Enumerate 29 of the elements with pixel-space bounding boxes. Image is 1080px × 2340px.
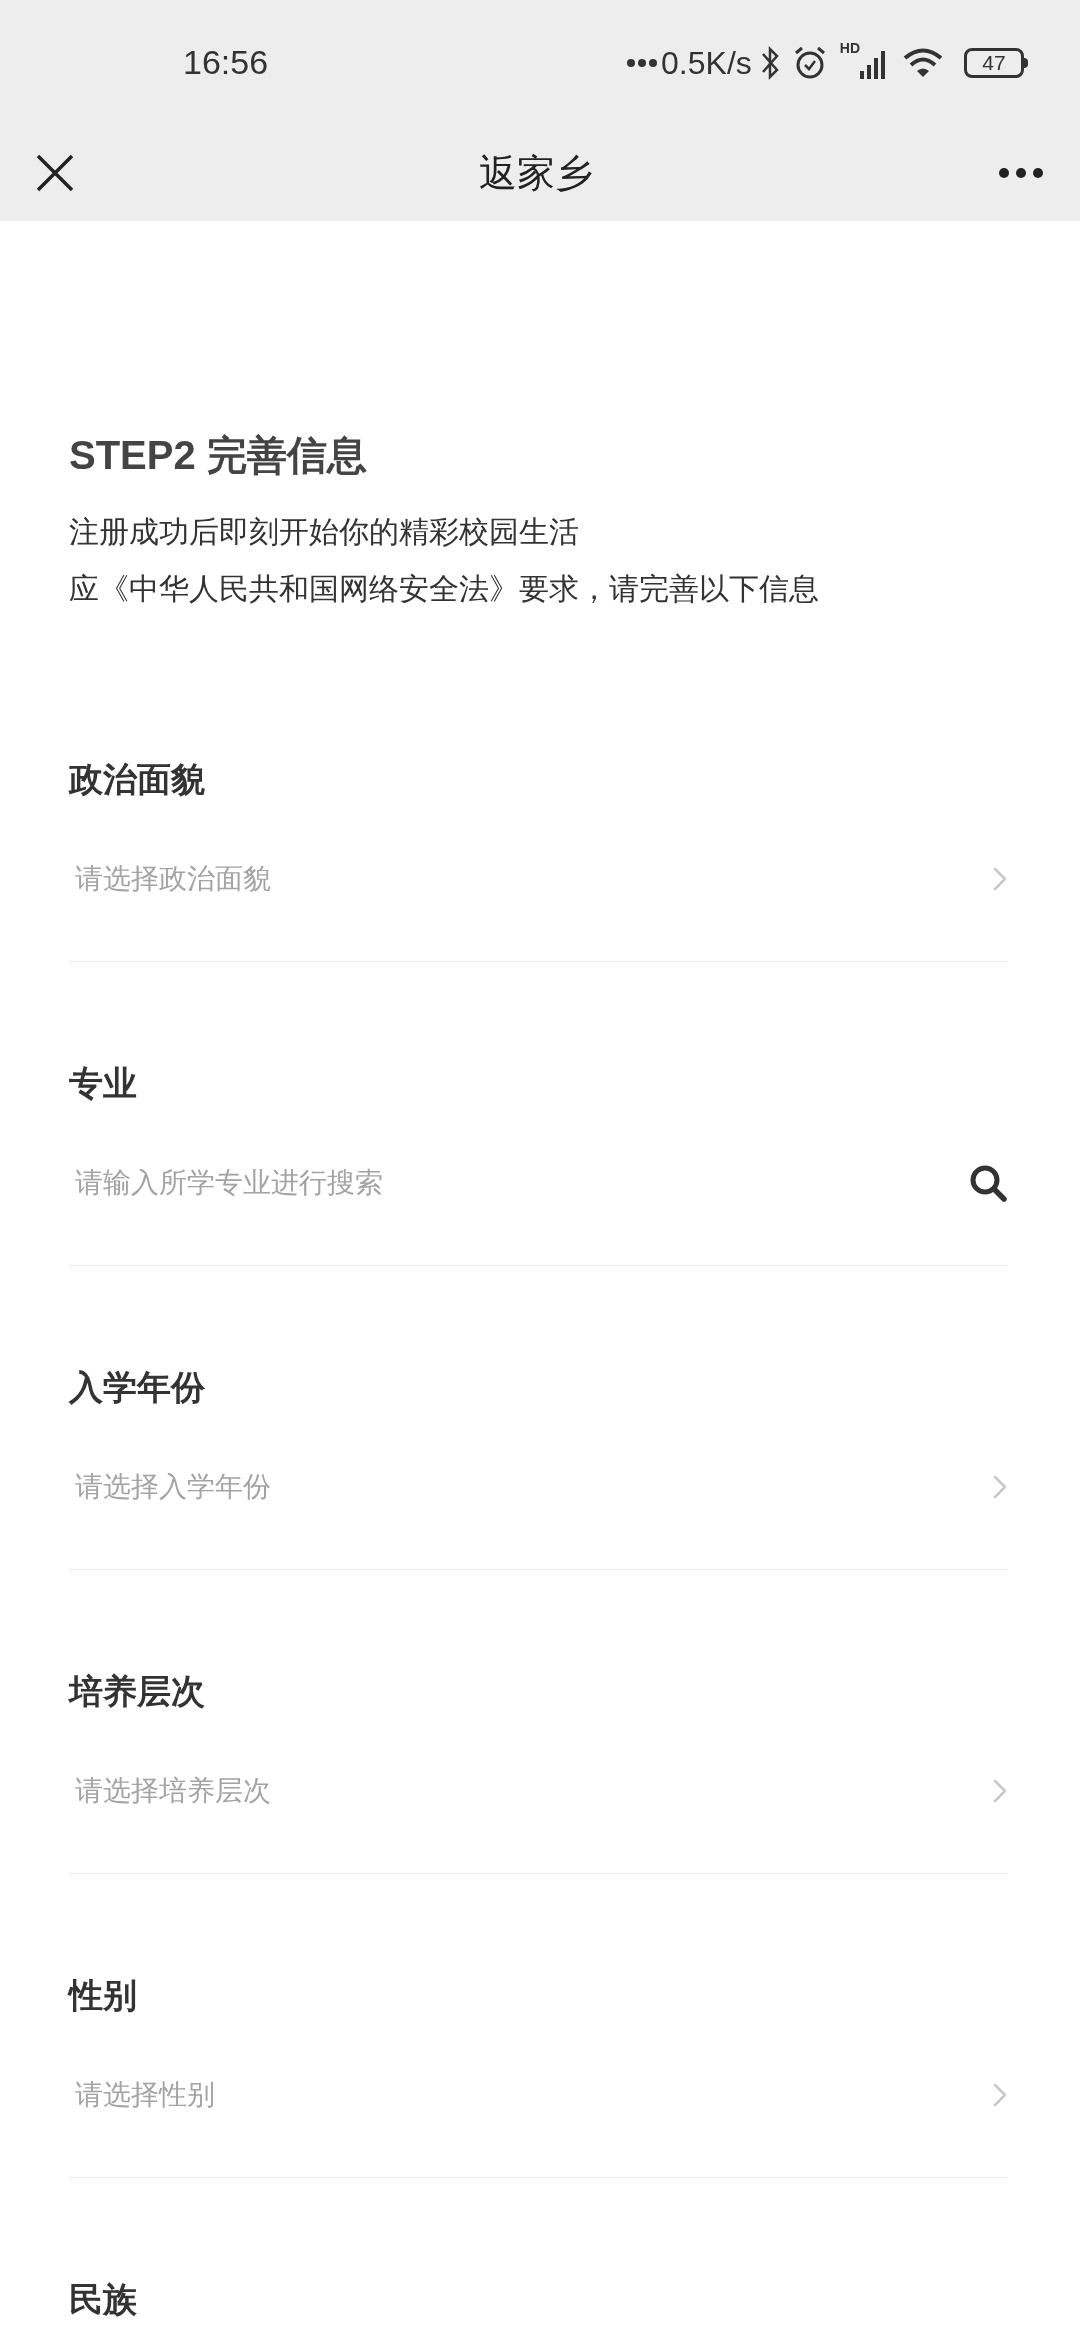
dots-icon bbox=[627, 57, 658, 68]
field-label: 性别 bbox=[69, 1975, 138, 2015]
field-label: 专业 bbox=[69, 1063, 138, 1103]
chevron-right-icon bbox=[992, 866, 1008, 892]
more-icon[interactable] bbox=[998, 167, 1044, 179]
select-field[interactable]: 请选择培养层次 bbox=[75, 1769, 992, 1813]
close-icon[interactable] bbox=[36, 154, 74, 192]
step-title: STEP2 完善信息 bbox=[69, 432, 368, 479]
hd-label: HD bbox=[839, 39, 860, 58]
select-field[interactable]: 请选择入学年份 bbox=[75, 1465, 992, 1509]
network-speed: 0.5K/s bbox=[661, 43, 752, 83]
chevron-right-icon bbox=[992, 1778, 1008, 1804]
status-time: 16:56 bbox=[183, 42, 269, 83]
wifi-icon bbox=[902, 46, 944, 79]
select-field[interactable]: 请选择性别 bbox=[75, 2073, 992, 2117]
field-label: 培养层次 bbox=[69, 1671, 206, 1711]
intro-text: 注册成功后即刻开始你的精彩校园生活 bbox=[69, 514, 580, 550]
search-field[interactable]: 请输入所学专业进行搜索 bbox=[75, 1161, 968, 1205]
chevron-right-icon bbox=[992, 1474, 1008, 1500]
intro-text: 应《中华人民共和国网络安全法》要求，请完善以下信息 bbox=[69, 571, 820, 607]
field-label: 政治面貌 bbox=[69, 759, 206, 799]
bluetooth-icon bbox=[759, 44, 780, 81]
search-icon[interactable] bbox=[968, 1163, 1008, 1203]
field-label: 民族 bbox=[69, 2279, 138, 2319]
battery-level: 47 bbox=[982, 52, 1006, 73]
field-label: 入学年份 bbox=[69, 1367, 206, 1407]
chevron-right-icon bbox=[992, 2082, 1008, 2108]
select-field[interactable]: 请选择政治面貌 bbox=[75, 857, 992, 901]
page-title: 返家乡 bbox=[479, 150, 593, 196]
